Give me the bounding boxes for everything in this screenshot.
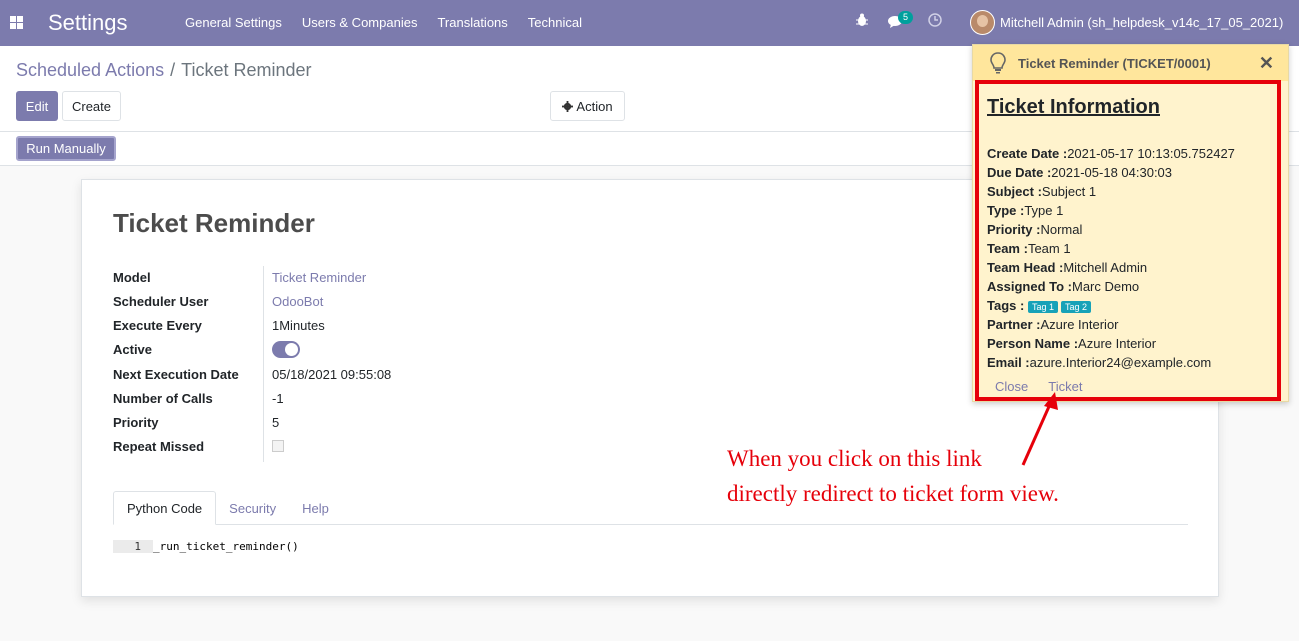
info-due-date: Due Date :2021-05-18 04:30:03 xyxy=(987,165,1173,180)
apps-menu-icon[interactable] xyxy=(10,16,23,29)
menu-translations[interactable]: Translations xyxy=(437,15,507,30)
code-line-number: 1 xyxy=(113,540,153,553)
run-manually-button[interactable]: Run Manually xyxy=(16,136,116,161)
code-editor[interactable]: 1 _run_ticket_reminder() xyxy=(113,540,299,553)
info-subject: Subject :Subject 1 xyxy=(987,184,1097,199)
info-partner: Partner :Azure Interior xyxy=(987,317,1119,332)
field-scheduler-user: Scheduler User OdooBot xyxy=(113,289,613,313)
info-priority: Priority :Normal xyxy=(987,222,1083,237)
info-type: Type :Type 1 xyxy=(987,203,1064,218)
menu-technical[interactable]: Technical xyxy=(528,15,582,30)
field-label: Priority xyxy=(113,414,159,430)
close-icon[interactable]: ✕ xyxy=(1259,53,1274,74)
main-menu: General Settings Users & Companies Trans… xyxy=(185,15,602,30)
tab-help[interactable]: Help xyxy=(289,491,342,525)
messaging-button[interactable]: 5 xyxy=(888,11,914,28)
field-execute-every: Execute Every 1Minutes xyxy=(113,313,613,337)
user-name: Mitchell Admin (sh_helpdesk_v14c_17_05_2… xyxy=(1000,15,1284,30)
menu-general-settings[interactable]: General Settings xyxy=(185,15,282,30)
field-label: Model xyxy=(113,269,151,285)
info-assigned-to: Assigned To :Marc Demo xyxy=(987,279,1140,294)
field-next-execution-date: Next Execution Date 05/18/2021 09:55:08 xyxy=(113,362,613,386)
action-label: Action xyxy=(576,98,613,114)
field-label: Repeat Missed xyxy=(113,438,205,454)
info-team: Team :Team 1 xyxy=(987,241,1071,256)
tab-python-code[interactable]: Python Code xyxy=(113,491,217,525)
breadcrumb-scheduled-actions[interactable]: Scheduled Actions xyxy=(16,60,164,80)
field-label: Active xyxy=(113,341,153,357)
code-line: _run_ticket_reminder() xyxy=(153,540,299,553)
action-dropdown-button[interactable]: Action xyxy=(550,91,625,121)
create-button[interactable]: Create xyxy=(62,91,121,121)
repeat-missed-checkbox[interactable] xyxy=(272,440,284,452)
breadcrumb-current: Ticket Reminder xyxy=(181,60,312,80)
popup-title: Ticket Reminder (TICKET/0001) xyxy=(1018,56,1211,71)
popup-header: Ticket Reminder (TICKET/0001) ✕ xyxy=(973,45,1288,81)
ticket-info-title: Ticket Information xyxy=(987,96,1160,118)
model-link[interactable]: Ticket Reminder xyxy=(272,270,366,285)
gear-icon xyxy=(562,100,574,112)
execute-every-value: 1Minutes xyxy=(272,317,325,333)
bug-icon[interactable] xyxy=(856,13,868,27)
edit-button[interactable]: Edit xyxy=(16,91,58,121)
breadcrumb: Scheduled Actions / Ticket Reminder xyxy=(16,60,312,81)
field-label: Execute Every xyxy=(113,317,202,333)
user-menu[interactable]: Mitchell Admin (sh_helpdesk_v14c_17_05_2… xyxy=(970,10,1283,35)
activity-clock-icon[interactable] xyxy=(928,13,942,27)
tag-badge: Tag 2 xyxy=(1060,300,1092,313)
breadcrumb-separator: / xyxy=(170,60,176,80)
annotation-line-1: When you click on this link xyxy=(727,446,982,471)
active-toggle[interactable] xyxy=(272,340,300,358)
scheduler-user-link[interactable]: OdooBot xyxy=(272,294,323,309)
highlight-box: Ticket Information Create Date :2021-05-… xyxy=(975,80,1281,401)
info-tags: Tags : Tag 1 Tag 2 xyxy=(987,298,1094,313)
app-brand[interactable]: Settings xyxy=(48,10,128,36)
avatar xyxy=(970,10,995,35)
field-model: Model Ticket Reminder xyxy=(113,265,613,289)
field-label: Number of Calls xyxy=(113,390,213,406)
field-priority: Priority 5 xyxy=(113,410,613,434)
info-create-date: Create Date :2021-05-17 10:13:05.752427 xyxy=(987,146,1235,161)
number-of-calls-value: -1 xyxy=(272,390,284,406)
tab-security[interactable]: Security xyxy=(216,491,289,525)
priority-value: 5 xyxy=(272,414,280,430)
next-execution-date-value: 05/18/2021 09:55:08 xyxy=(272,366,392,382)
field-label: Scheduler User xyxy=(113,293,209,309)
record-title: Ticket Reminder xyxy=(113,208,315,238)
info-person-name: Person Name :Azure Interior xyxy=(987,336,1157,351)
field-active: Active xyxy=(113,337,613,361)
menu-users-companies[interactable]: Users & Companies xyxy=(302,15,418,30)
chat-count-badge: 5 xyxy=(898,11,914,24)
field-label: Next Execution Date xyxy=(113,366,239,382)
ticket-reminder-popup: Ticket Reminder (TICKET/0001) ✕ Ticket I… xyxy=(972,44,1289,402)
annotation-arrow xyxy=(1021,392,1058,466)
info-email: Email :azure.Interior24@example.com xyxy=(987,355,1212,370)
tag-badge: Tag 1 xyxy=(1027,300,1058,313)
field-number-of-calls: Number of Calls -1 xyxy=(113,386,613,410)
systray: 5 xyxy=(856,11,942,28)
field-repeat-missed: Repeat Missed xyxy=(113,434,613,458)
annotation-line-2: directly redirect to ticket form view. xyxy=(727,481,1059,506)
lightbulb-icon xyxy=(990,52,1006,74)
info-team-head: Team Head :Mitchell Admin xyxy=(987,260,1148,275)
top-navbar: Settings General Settings Users & Compan… xyxy=(0,0,1299,46)
